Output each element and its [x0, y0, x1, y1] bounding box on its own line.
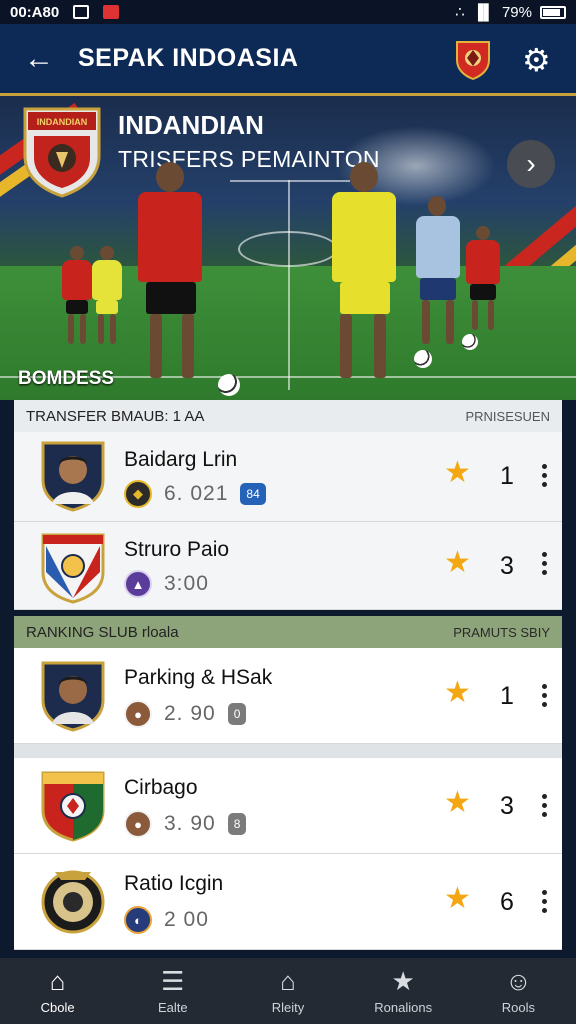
- item-value: 3:00: [164, 572, 209, 595]
- player-avatar: [41, 661, 105, 732]
- item-name: Ratio Icgin: [124, 872, 224, 895]
- more-options-icon[interactable]: [542, 464, 548, 488]
- club-crest-avatar: [41, 533, 105, 604]
- item-meta: ◆ 6. 021 84: [124, 480, 266, 508]
- player-thumb-icon: ●: [124, 810, 152, 838]
- home-icon: ⌂: [49, 965, 66, 996]
- chevron-right-icon[interactable]: ›: [507, 140, 555, 188]
- item-name: Baidarg Lrin: [124, 448, 238, 471]
- player-thumb-icon: ●: [124, 700, 152, 728]
- nav-item-rankings[interactable]: ★ Ronalions: [346, 958, 461, 1024]
- ball-icon: [218, 374, 240, 396]
- more-options-icon[interactable]: [542, 794, 548, 818]
- list-item[interactable]: Baidarg Lrin ◆ 6. 021 84 ★ 1: [14, 432, 562, 522]
- club-crest-avatar: [41, 771, 105, 842]
- news-icon: ☰: [161, 965, 185, 996]
- settings-gear-icon[interactable]: ⚙: [522, 42, 551, 78]
- nav-label: Rools: [501, 999, 536, 1015]
- list-divider: [14, 744, 562, 758]
- ranking-section-header: RANKING SLUB rloala PRAMUTS SBIY: [14, 616, 562, 648]
- item-meta: ◐ 2 00: [124, 906, 209, 934]
- item-value: 2 00: [164, 908, 209, 931]
- more-options-icon[interactable]: [542, 552, 548, 576]
- item-name: Cirbago: [124, 776, 198, 799]
- bottom-navigation: ⌂ Cbole ☰ Ealte ⌂ Rleity ★ Ronalions ☺ R…: [0, 958, 576, 1024]
- star-icon[interactable]: ★: [444, 788, 471, 818]
- ball-icon: [414, 350, 432, 368]
- item-tag: 84: [240, 483, 266, 505]
- item-rank: 3: [500, 792, 514, 820]
- item-value: 2. 90: [164, 702, 216, 725]
- back-arrow-icon[interactable]: ←: [0, 42, 78, 76]
- badge-text: INDANDIAN: [37, 117, 88, 127]
- club-badge-icon: ▲: [124, 570, 152, 598]
- item-rank: 6: [500, 888, 514, 916]
- item-name: Parking & HSak: [124, 666, 273, 689]
- list-item[interactable]: Parking & HSak ● 2. 90 0 ★ 1: [14, 648, 562, 744]
- ranking-section-sort[interactable]: PRAMUTS SBIY: [453, 625, 550, 640]
- item-meta: ▲ 3:00: [124, 570, 209, 598]
- item-value: 3. 90: [164, 812, 216, 835]
- item-meta: ● 3. 90 8: [124, 810, 247, 838]
- player-avatar: [41, 441, 105, 512]
- transfer-section-sort[interactable]: PRNISESUEN: [465, 409, 550, 424]
- ball-icon: [462, 334, 478, 350]
- nav-item-profile[interactable]: ☺ Rools: [461, 958, 576, 1024]
- center-circle: [238, 231, 338, 267]
- nav-item-news[interactable]: ☰ Ealte: [115, 958, 230, 1024]
- transfer-section-title: TRANSFER BMAUB: 1 AA: [26, 407, 205, 425]
- item-meta: ● 2. 90 0: [124, 700, 247, 728]
- item-name: Struro Paio: [124, 538, 230, 561]
- club-crest-icon[interactable]: [455, 40, 491, 80]
- list-item[interactable]: Cirbago ● 3. 90 8 ★ 3: [14, 758, 562, 854]
- star-icon[interactable]: ★: [444, 458, 471, 488]
- notification-icon: [73, 5, 90, 19]
- nav-item-home[interactable]: ⌂ Cbole: [0, 958, 115, 1024]
- profile-icon: ☺: [505, 965, 532, 996]
- item-tag: 8: [227, 813, 247, 835]
- pitch-line: [230, 180, 350, 182]
- nav-label: Cbole: [40, 999, 75, 1015]
- list-item[interactable]: Struro Paio ▲ 3:00 ★ 3: [14, 522, 562, 610]
- wifi-icon: ∴: [455, 4, 465, 21]
- club-badge-icon: ◆: [124, 480, 152, 508]
- item-value: 6. 021: [164, 482, 229, 505]
- transfer-section-header: TRANSFER BMAUB: 1 AA PRNISESUEN: [14, 400, 562, 432]
- nav-item-stadium[interactable]: ⌂ Rleity: [230, 958, 345, 1024]
- star-icon[interactable]: ★: [444, 884, 471, 914]
- list-item[interactable]: Ratio Icgin ◐ 2 00 ★ 6: [14, 854, 562, 950]
- status-bar: 00:A80 ∴ ▐▌ 79%: [0, 0, 576, 24]
- nav-label: Ronalions: [374, 999, 433, 1015]
- pitch-line: [288, 180, 290, 390]
- battery-icon: [540, 5, 566, 19]
- status-time: 00:A80: [10, 3, 60, 21]
- nav-label: Rleity: [271, 999, 305, 1015]
- hero-label: BOMDESS: [18, 368, 115, 389]
- item-rank: 1: [500, 462, 514, 490]
- star-icon[interactable]: ★: [444, 678, 471, 708]
- more-options-icon[interactable]: [542, 890, 548, 914]
- item-tag: 0: [227, 703, 247, 725]
- battery-percent: 79%: [501, 3, 532, 21]
- ranking-section-title: RANKING SLUB rloala: [26, 623, 179, 641]
- star-icon: ★: [391, 965, 415, 996]
- hero-club-badge-icon: INDANDIAN: [23, 107, 101, 198]
- more-options-icon[interactable]: [542, 684, 548, 708]
- item-rank: 3: [500, 552, 514, 580]
- hero-banner[interactable]: INDANDIAN INDANDIAN TRISFERS PEMAINTON ›: [0, 96, 576, 400]
- club-crest-avatar: [41, 870, 105, 934]
- star-icon[interactable]: ★: [444, 548, 471, 578]
- app-bar: ← SEPAK INDOASIA ⚙: [0, 24, 576, 96]
- item-rank: 1: [500, 682, 514, 710]
- app-title: SEPAK INDOASIA: [78, 44, 299, 72]
- app-notification-icon: [103, 5, 120, 19]
- club-badge-icon: ◐: [124, 906, 152, 934]
- stadium-icon: ⌂: [280, 965, 296, 996]
- hero-title: INDANDIAN: [118, 110, 264, 140]
- signal-icon: ▐▌: [472, 3, 494, 21]
- nav-label: Ealte: [157, 999, 188, 1015]
